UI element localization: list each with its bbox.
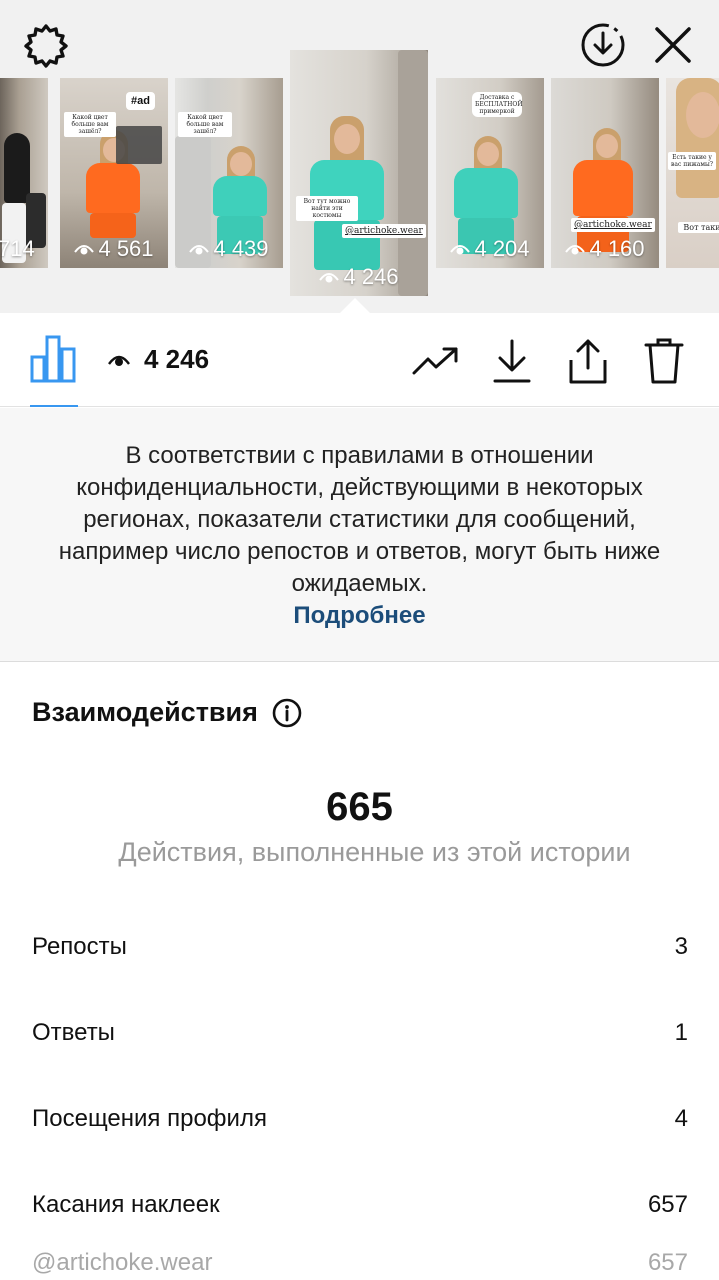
story-note: Какой цвет больше вам зашёл?: [64, 112, 116, 137]
story-views-value: 4 204: [474, 236, 530, 261]
metric-row-mention-sticker[interactable]: @artichoke.wear 657: [32, 1249, 688, 1277]
story-mention: @artichoke.wear: [571, 218, 655, 232]
story-views-value: 4 561: [98, 236, 154, 261]
story-thumbnail[interactable]: Доставка с БЕСПЛАТНОЙ примеркой 4 204: [436, 78, 544, 268]
story-tag: #ad: [126, 92, 155, 110]
story-figure: [573, 160, 633, 216]
story-strip: 714 Какой цвет больше вам зашёл? #ad 4 5…: [0, 0, 719, 314]
story-note: Есть такие у вас пижамы?: [668, 152, 716, 170]
metric-value: 3: [674, 933, 688, 960]
story-figure: [334, 124, 360, 154]
story-views-value: 714: [0, 236, 35, 261]
story-views: 4 246: [290, 264, 428, 290]
promote-button[interactable]: [410, 335, 462, 387]
insights-action-bar: 4 246: [0, 313, 719, 407]
metric-label: Посещения профиля: [32, 1105, 267, 1132]
story-door: [398, 50, 428, 296]
selected-story-pointer: [339, 298, 371, 314]
bar-chart-icon: [30, 335, 76, 383]
story-views: 4 561: [60, 236, 168, 262]
download-icon: [493, 339, 531, 383]
metric-label: Касания наклеек: [32, 1191, 220, 1218]
metric-row-sticker-taps[interactable]: Касания наклеек 657: [32, 1191, 688, 1219]
story-figure: [596, 134, 618, 158]
story-note: Какой цвет больше вам зашёл?: [178, 112, 232, 137]
story-thumbnail[interactable]: Есть такие у вас пижамы? Вот таки: [666, 78, 719, 268]
download-button[interactable]: [486, 335, 538, 387]
views-count-value: 4 246: [144, 344, 210, 374]
metric-row-replies[interactable]: Ответы 1: [32, 1019, 688, 1047]
story-poll: [116, 126, 162, 164]
story-insights-screen: 714 Какой цвет больше вам зашёл? #ad 4 5…: [0, 0, 719, 1280]
story-thumbnail[interactable]: Какой цвет больше вам зашёл? #ad 4 561: [60, 78, 168, 268]
story-mention: @artichoke.wear: [342, 224, 426, 238]
trending-up-icon: [412, 347, 458, 375]
story-figure: [86, 163, 140, 213]
story-views-value: 4 160: [589, 236, 645, 261]
privacy-notice-text: В соответствии с правилами в отношении к…: [58, 442, 661, 597]
learn-more-link[interactable]: Подробнее: [50, 600, 669, 632]
eye-icon: [565, 245, 586, 255]
story-views: 714: [0, 236, 48, 262]
story-figure: [4, 133, 30, 203]
story-views: 4 439: [175, 236, 283, 262]
metric-label: Ответы: [32, 1019, 115, 1046]
story-figure: [213, 176, 267, 216]
story-views: 4 160: [551, 236, 659, 262]
share-button[interactable]: [562, 335, 614, 387]
story-views-value: 4 439: [213, 236, 269, 261]
metric-value: 657: [647, 1191, 688, 1218]
close-button[interactable]: [648, 20, 698, 70]
eye-icon: [189, 245, 210, 255]
metric-value: 1: [674, 1019, 688, 1046]
total-actions-caption: Действия, выполненные из этой истории: [118, 837, 631, 867]
metric-row-profile-visits[interactable]: Посещения профиля 4: [32, 1105, 688, 1133]
metric-label: Репосты: [32, 933, 127, 960]
story-figure: [90, 213, 136, 238]
story-note: Доставка с БЕСПЛАТНОЙ примеркой: [472, 92, 523, 117]
story-thumbnail[interactable]: @artichoke.wear 4 160: [551, 78, 659, 268]
share-icon: [569, 339, 607, 384]
gear-icon: [24, 24, 68, 68]
eye-icon: [450, 245, 471, 255]
story-thumbnail[interactable]: Какой цвет больше вам зашёл? 4 439: [175, 78, 283, 268]
metric-row-reposts[interactable]: Репосты 3: [32, 933, 688, 961]
info-icon: [272, 698, 302, 727]
story-views-value: 4 246: [343, 264, 399, 289]
story-views: 4 204: [436, 236, 544, 262]
eye-icon: [108, 355, 130, 366]
interactions-section: Взаимодействия 665 Действия, выполненные…: [0, 663, 719, 1280]
metric-value: 657: [647, 1249, 688, 1276]
settings-button[interactable]: [21, 21, 71, 71]
story-thumbnail[interactable]: 714: [0, 78, 48, 268]
section-title-text: Взаимодействия: [32, 697, 258, 727]
section-title: Взаимодействия: [32, 697, 302, 728]
metric-label: @artichoke.wear: [32, 1249, 213, 1276]
total-actions-value: 665: [326, 785, 393, 829]
story-figure: [686, 92, 719, 138]
eye-icon: [74, 245, 95, 255]
close-icon: [655, 27, 691, 63]
story-thumbnail-selected[interactable]: Вот тут можно найти эти костюмы @articho…: [290, 50, 428, 296]
save-story-button[interactable]: [578, 20, 628, 70]
download-circle-icon: [581, 23, 625, 67]
privacy-notice: В соответствии с правилами в отношении к…: [0, 408, 719, 662]
delete-button[interactable]: [638, 335, 690, 387]
views-count: 4 246: [108, 344, 209, 375]
story-figure: [230, 152, 252, 176]
trash-icon: [644, 338, 684, 384]
story-figure: [454, 168, 518, 218]
active-tab-indicator: [30, 405, 78, 407]
story-note: Вот таки: [678, 222, 719, 233]
metric-value: 4: [674, 1105, 688, 1132]
story-note: Вот тут можно найти эти костюмы: [296, 196, 358, 221]
info-button[interactable]: [272, 698, 302, 728]
stats-tab[interactable]: [30, 335, 78, 407]
story-figure: [477, 142, 499, 166]
eye-icon: [319, 273, 340, 283]
